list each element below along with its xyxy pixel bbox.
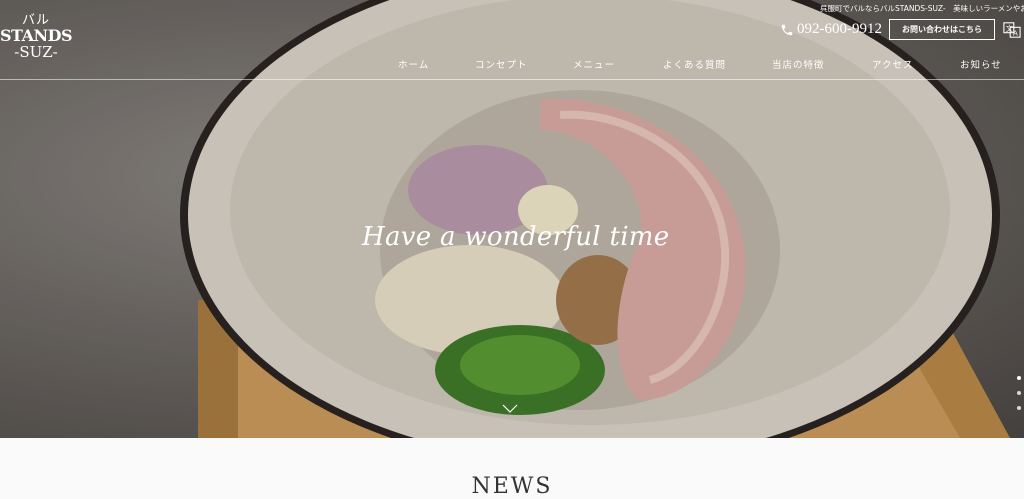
nav-item-access[interactable]: アクセス xyxy=(872,57,914,71)
nav-item-news[interactable]: お知らせ xyxy=(960,57,1002,71)
logo-name: STANDS xyxy=(0,26,73,45)
site-logo[interactable]: バル STANDS -SUZ- xyxy=(0,14,73,60)
site-tagline: 呉服町でバルならバルSTANDS-SUZ- 美味しいラーメンやお酒 xyxy=(820,4,1024,13)
slider-dot[interactable] xyxy=(1017,376,1021,380)
hero-headline: Have a wonderful time xyxy=(362,222,670,252)
nav-item-faq[interactable]: よくある質問 xyxy=(663,57,726,71)
news-section-title: NEWS xyxy=(471,474,553,499)
contact-button[interactable]: お問い合わせはこちら xyxy=(889,19,995,40)
phone-link[interactable]: 092-600-9912 xyxy=(780,21,882,38)
slider-pagination xyxy=(1017,376,1023,421)
chevron-down-icon[interactable] xyxy=(502,404,518,414)
phone-number: 092-600-9912 xyxy=(797,21,882,37)
phone-icon xyxy=(781,24,793,35)
nav-item-home[interactable]: ホーム xyxy=(398,57,429,71)
nav-item-concept[interactable]: コンセプト xyxy=(475,57,528,71)
nav-item-menu[interactable]: メニュー xyxy=(573,57,615,71)
main-nav: ホーム コンセプト メニュー よくある質問 当店の特徴 アクセス お知らせ xyxy=(0,57,1024,71)
translate-icon[interactable]: 文 A xyxy=(1003,21,1021,39)
slider-dot[interactable] xyxy=(1017,406,1021,410)
svg-text:文: 文 xyxy=(1006,24,1013,33)
svg-text:A: A xyxy=(1013,28,1018,37)
header-divider xyxy=(0,79,1024,80)
slider-dot[interactable] xyxy=(1017,391,1021,395)
nav-item-features[interactable]: 当店の特徴 xyxy=(772,57,825,71)
